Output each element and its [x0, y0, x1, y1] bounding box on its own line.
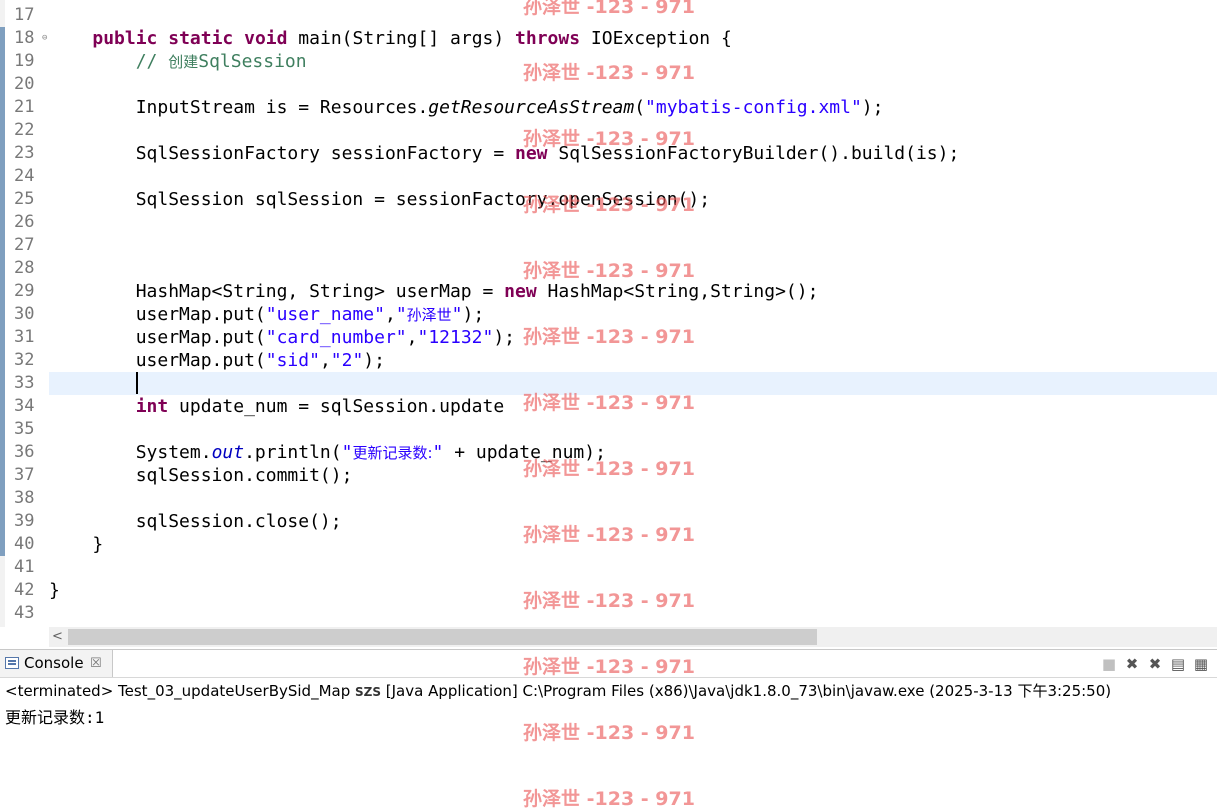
line-number: 30	[14, 304, 35, 324]
tab-console[interactable]: Console ☒	[0, 650, 113, 677]
code-line[interactable]: // 创建SqlSession	[49, 50, 1217, 73]
code-line[interactable]	[49, 257, 1217, 280]
remove-launch-icon[interactable]: ✖	[1122, 654, 1142, 674]
text-caret	[136, 372, 138, 394]
code-line[interactable]: public static void main(String[] args) t…	[49, 27, 1217, 50]
line-number-gutter: 17 18 ⊖ 19 20 21 22 23 24 25 26 27 28 29 30 31 32 33 34 35 3…	[5, 0, 47, 627]
code-line[interactable]	[49, 211, 1217, 234]
code-line[interactable]	[49, 418, 1217, 441]
line-number: 42	[14, 580, 35, 600]
status-user: SZS	[355, 685, 382, 699]
remove-all-icon[interactable]: ✖	[1145, 654, 1165, 674]
code-line[interactable]: sqlSession.commit();	[49, 464, 1217, 487]
code-line[interactable]: InputStream is = Resources.getResourceAs…	[49, 96, 1217, 119]
code-line[interactable]	[49, 73, 1217, 96]
line-number: 28	[14, 258, 35, 278]
code-line[interactable]: }	[49, 533, 1217, 556]
scrollbar-thumb[interactable]	[68, 629, 817, 645]
console-output: 更新记录数:1	[5, 708, 105, 727]
console-status-line: <terminated> Test_03_updateUserBySid_Map…	[5, 680, 1111, 701]
code-line[interactable]: sqlSession.close();	[49, 510, 1217, 533]
code-line[interactable]	[49, 165, 1217, 188]
scroll-left-arrow[interactable]: <	[49, 627, 66, 647]
line-number: 41	[14, 557, 35, 577]
line-number: 35	[14, 419, 35, 439]
line-number: 18	[14, 28, 35, 48]
code-line[interactable]: System.out.println("更新记录数:" + update_num…	[49, 441, 1217, 464]
line-number: 21	[14, 97, 35, 117]
line-number: 43	[14, 603, 35, 623]
line-number: 17	[14, 5, 35, 25]
console-toolbar: ■ ✖ ✖ ▤ ▦	[1096, 654, 1211, 674]
console-view: Console ☒ ■ ✖ ✖ ▤ ▦ <terminated> Test_03_upd…	[0, 649, 1217, 812]
line-number: 29	[14, 281, 35, 301]
code-line[interactable]: userMap.put("sid","2");	[49, 349, 1217, 372]
code-line[interactable]: int update_num = sqlSession.update	[49, 395, 1217, 418]
current-line[interactable]	[49, 372, 1217, 395]
status-prefix: <terminated> Test_03_updateUserBySid_Map	[5, 682, 351, 700]
line-number: 32	[14, 350, 35, 370]
pin-console-icon[interactable]: ▤	[1168, 654, 1188, 674]
horizontal-scrollbar[interactable]: <	[49, 627, 1217, 647]
console-tab-bar: Console ☒ ■ ✖ ✖ ▤ ▦	[0, 650, 1217, 678]
code-line[interactable]: userMap.put("card_number","12132");	[49, 326, 1217, 349]
code-line[interactable]: userMap.put("user_name","孙泽世");	[49, 303, 1217, 326]
close-icon[interactable]: ☒	[90, 650, 102, 677]
line-number: 37	[14, 465, 35, 485]
line-number: 24	[14, 166, 35, 186]
code-line[interactable]	[49, 556, 1217, 579]
code-editor[interactable]: 17 18 ⊖ 19 20 21 22 23 24 25 26 27 28 29 30 31 32 33 34 35 3…	[0, 0, 1217, 647]
line-number: 25	[14, 189, 35, 209]
console-icon	[5, 657, 19, 669]
code-line[interactable]	[49, 602, 1217, 625]
line-number: 22	[14, 120, 35, 140]
code-area[interactable]: public static void main(String[] args) t…	[49, 0, 1217, 627]
line-number: 40	[14, 534, 35, 554]
line-number: 26	[14, 212, 35, 232]
display-console-icon[interactable]: ▦	[1191, 654, 1211, 674]
code-line[interactable]: SqlSession sqlSession = sessionFactory.o…	[49, 188, 1217, 211]
code-line[interactable]	[49, 119, 1217, 142]
line-number: 38	[14, 488, 35, 508]
line-number: 34	[14, 396, 35, 416]
status-suffix: [Java Application] C:\Program Files (x86…	[381, 682, 1112, 700]
line-number: 19	[14, 51, 35, 71]
code-line[interactable]	[49, 487, 1217, 510]
line-number: 31	[14, 327, 35, 347]
code-line[interactable]: }	[49, 579, 1217, 602]
line-number: 39	[14, 511, 35, 531]
line-number: 36	[14, 442, 35, 462]
code-line[interactable]	[49, 4, 1217, 27]
code-line[interactable]: HashMap<String, String> userMap = new Ha…	[49, 280, 1217, 303]
line-number: 23	[14, 143, 35, 163]
terminate-icon[interactable]: ■	[1099, 654, 1119, 674]
console-tab-label: Console	[24, 654, 84, 672]
code-line[interactable]	[49, 234, 1217, 257]
line-number: 33	[14, 373, 35, 393]
line-number: 20	[14, 74, 35, 94]
line-number: 27	[14, 235, 35, 255]
code-line[interactable]: SqlSessionFactory sessionFactory = new S…	[49, 142, 1217, 165]
fold-toggle-icon[interactable]: ⊖	[42, 27, 47, 50]
